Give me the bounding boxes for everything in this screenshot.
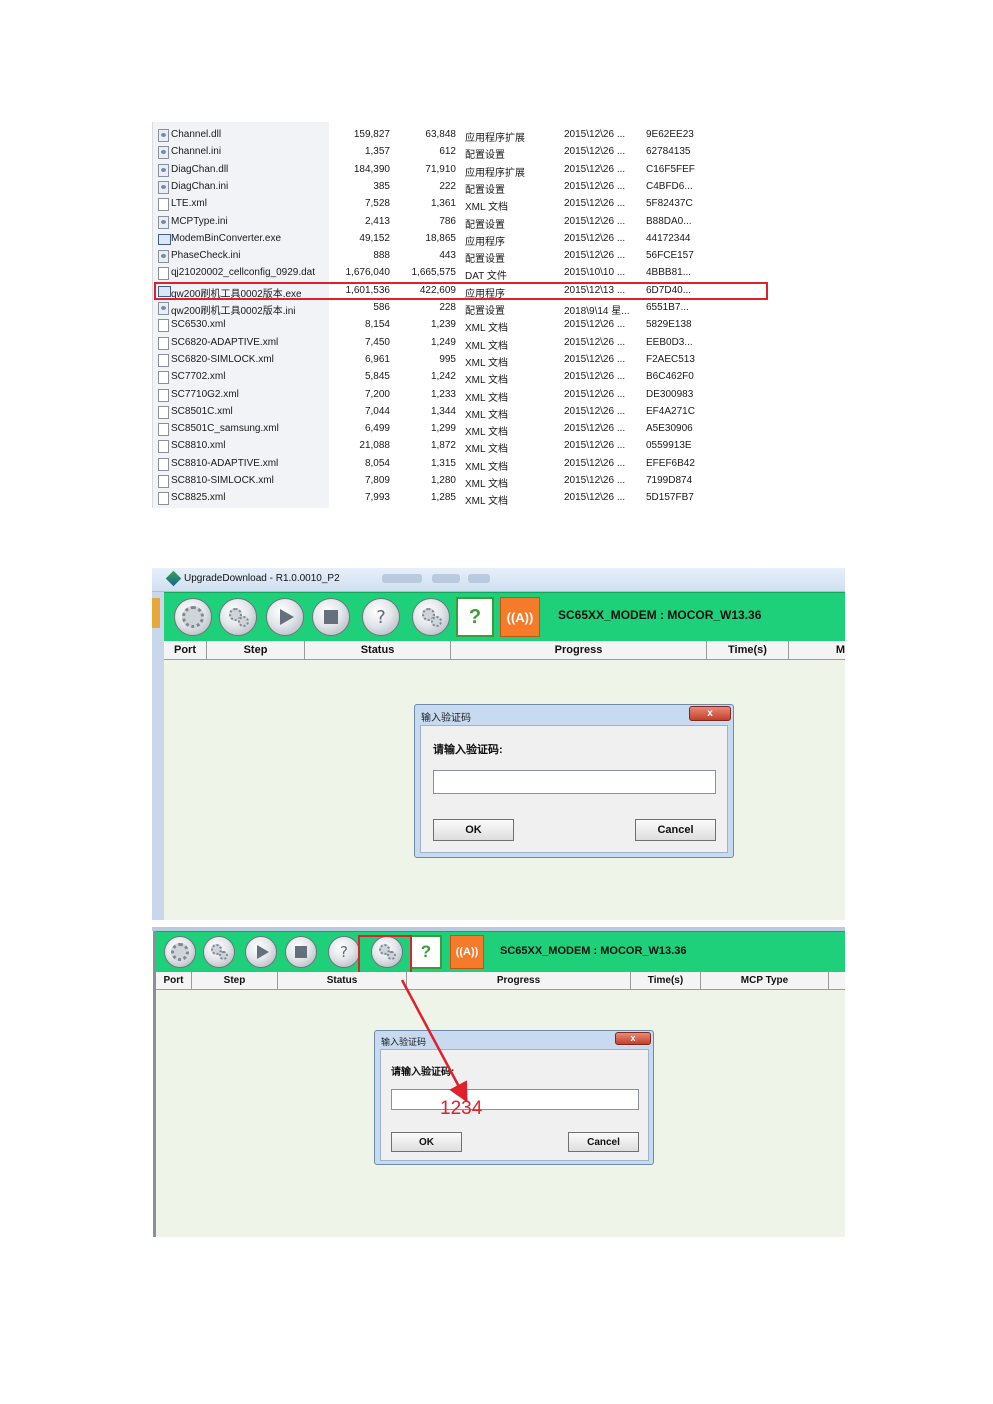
annotation-code-text: 1234 [440, 1098, 483, 1119]
annotation-arrow [400, 979, 468, 1103]
